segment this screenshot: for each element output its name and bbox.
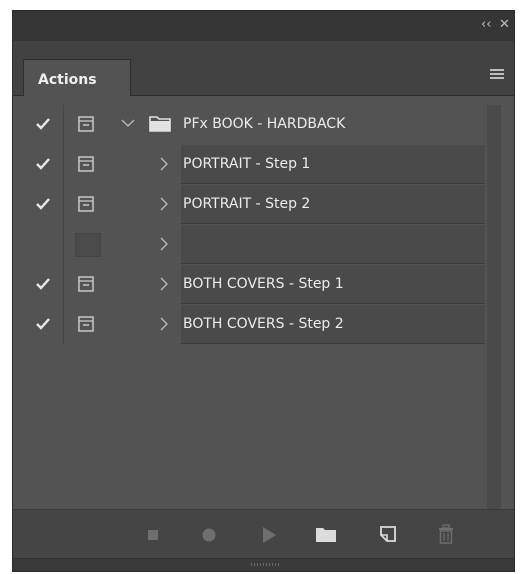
list-item[interactable]: PFx BOOK - HARDBACK bbox=[23, 105, 485, 145]
dialog-toggle-icon[interactable] bbox=[71, 145, 101, 183]
actions-toolbar bbox=[13, 509, 514, 560]
dialog-toggle-icon[interactable] bbox=[71, 185, 101, 223]
actions-panel: ‹‹ ✕ Actions PFx BOOK - HARDBACK PORTRAI… bbox=[12, 10, 515, 572]
action-name: PORTRAIT - Step 2 bbox=[183, 196, 311, 212]
panel-menu-icon[interactable] bbox=[490, 69, 504, 81]
tab-actions[interactable]: Actions bbox=[23, 59, 131, 96]
toggle-checkmark-icon[interactable] bbox=[23, 105, 63, 143]
list-item[interactable]: BOTH COVERS - Step 1 bbox=[23, 265, 485, 305]
panel-titlebar: ‹‹ ✕ bbox=[13, 11, 514, 41]
folder-icon bbox=[149, 116, 171, 132]
action-name: BOTH COVERS - Step 1 bbox=[183, 276, 344, 292]
chevron-down-icon[interactable] bbox=[121, 105, 135, 143]
dialog-toggle-icon[interactable] bbox=[75, 233, 101, 257]
action-name: BOTH COVERS - Step 2 bbox=[183, 316, 344, 332]
chevron-right-icon[interactable] bbox=[159, 145, 173, 183]
action-set-name: PFx BOOK - HARDBACK bbox=[183, 116, 346, 132]
list-item[interactable] bbox=[23, 225, 485, 265]
dialog-toggle-icon[interactable] bbox=[71, 265, 101, 303]
action-name: PORTRAIT - Step 1 bbox=[183, 156, 311, 172]
collapse-icon[interactable]: ‹‹ bbox=[481, 17, 491, 32]
dialog-toggle-icon[interactable] bbox=[71, 305, 101, 343]
new-set-icon[interactable] bbox=[315, 526, 337, 543]
chevron-right-icon[interactable] bbox=[159, 265, 173, 303]
chevron-right-icon[interactable] bbox=[159, 305, 173, 343]
toggle-checkmark-icon[interactable] bbox=[23, 145, 63, 183]
toggle-checkmark-icon[interactable] bbox=[23, 225, 63, 263]
play-icon[interactable] bbox=[261, 526, 277, 544]
close-icon[interactable]: ✕ bbox=[499, 17, 510, 32]
toggle-checkmark-icon[interactable] bbox=[23, 185, 63, 223]
actions-list: PFx BOOK - HARDBACK PORTRAIT - Step 1 PO… bbox=[23, 105, 485, 345]
record-icon[interactable] bbox=[201, 527, 217, 543]
new-action-icon[interactable] bbox=[379, 525, 397, 543]
toggle-checkmark-icon[interactable] bbox=[23, 305, 63, 343]
toggle-checkmark-icon[interactable] bbox=[23, 265, 63, 303]
list-item[interactable]: PORTRAIT - Step 1 bbox=[23, 145, 485, 185]
scrollbar[interactable] bbox=[487, 105, 501, 509]
chevron-right-icon[interactable] bbox=[159, 225, 173, 263]
chevron-right-icon[interactable] bbox=[159, 185, 173, 223]
dialog-toggle-icon[interactable] bbox=[71, 105, 101, 143]
delete-icon[interactable] bbox=[437, 524, 455, 544]
stop-icon[interactable] bbox=[147, 529, 159, 541]
tab-row: Actions bbox=[13, 41, 514, 96]
list-item[interactable]: BOTH COVERS - Step 2 bbox=[23, 305, 485, 345]
list-item[interactable]: PORTRAIT - Step 2 bbox=[23, 185, 485, 225]
resize-grip[interactable] bbox=[13, 558, 514, 571]
